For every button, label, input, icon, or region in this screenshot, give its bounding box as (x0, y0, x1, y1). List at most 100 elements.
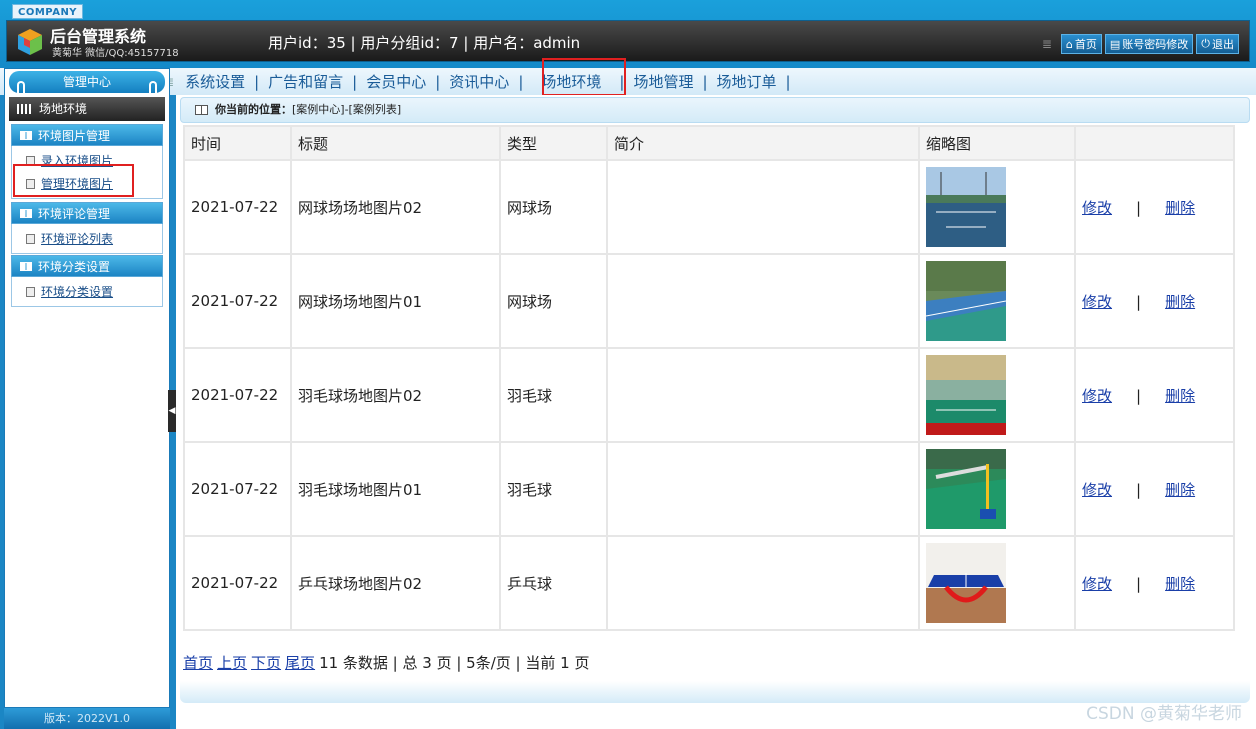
cell-thumbnail (920, 161, 1074, 253)
delete-link[interactable]: 删除 (1165, 575, 1195, 593)
cell-thumbnail (920, 349, 1074, 441)
menu-body: 环境分类设置 (11, 277, 163, 307)
pagination-summary: 11 条数据 | 总 3 页 | 5条/页 | 当前 1 页 (319, 654, 590, 672)
sidebar-item-comment-list[interactable]: 环境评论列表 (12, 227, 162, 250)
menu-head-image-management[interactable]: 环境图片管理 (11, 124, 163, 146)
cell-thumbnail (920, 537, 1074, 629)
breadcrumb: 你当前的位置：[案例中心]-[案例列表] (180, 97, 1250, 123)
prev-page-link[interactable]: 上页 (217, 654, 247, 672)
ping-pong-table-thumbnail[interactable] (926, 543, 1006, 623)
delete-link[interactable]: 删除 (1165, 199, 1195, 217)
grip-icon: ≣ (1041, 37, 1052, 51)
cell-title: 乒乓球场地图片02 (292, 537, 499, 629)
delete-link[interactable]: 删除 (1165, 481, 1195, 499)
cell-intro (608, 349, 918, 441)
sidebar: 管理中心 场地环境 环境图片管理 录入环境图片 管理环境图片 环境评论管理 环境… (4, 68, 170, 708)
badminton-hall-thumbnail[interactable] (926, 355, 1006, 435)
cell-date: 2021-07-22 (185, 537, 290, 629)
edit-link[interactable]: 修改 (1082, 575, 1112, 593)
column-header-thumbnail: 缩略图 (920, 127, 1074, 159)
last-page-link[interactable]: 尾页 (285, 654, 315, 672)
cell-date: 2021-07-22 (185, 255, 290, 347)
account-icon: ▤ (1109, 37, 1121, 51)
home-button[interactable]: ⌂ 首页 (1060, 34, 1102, 54)
table-row: 2021-07-22 羽毛球场地图片01 羽毛球 修改 | 删除 (185, 443, 1233, 535)
cell-title: 网球场场地图片02 (292, 161, 499, 253)
sidebar-item-add-image[interactable]: 录入环境图片 (12, 149, 162, 172)
sidebar-item-label: 环境分类设置 (41, 285, 114, 299)
table-row: 2021-07-22 乒乓球场地图片02 乒乓球 修改 | 删除 (185, 537, 1233, 629)
collapse-sidebar-handle[interactable]: ◀ (168, 390, 176, 432)
nav-item-venue-orders[interactable]: 场地订单 (708, 71, 786, 92)
column-header-intro: 简介 (608, 127, 918, 159)
nav-item-ads[interactable]: 广告和留言 (259, 71, 352, 92)
document-icon (26, 286, 35, 297)
document-icon (26, 155, 35, 166)
edit-link[interactable]: 修改 (1082, 293, 1112, 311)
management-center-header: 管理中心 (9, 71, 165, 99)
first-page-link[interactable]: 首页 (183, 654, 213, 672)
header-bar: COMPANY 后台管理系统 黄菊华 微信/QQ:45157718 用户id：3… (0, 0, 1256, 68)
account-password-label: 账号密码修改 (1122, 38, 1189, 51)
top-bar: 后台管理系统 黄菊华 微信/QQ:45157718 用户id：35 | 用户分组… (6, 20, 1250, 62)
action-separator: | (1136, 198, 1142, 217)
tennis-court-night-thumbnail[interactable] (926, 167, 1006, 247)
cell-date: 2021-07-22 (185, 161, 290, 253)
logo-cube-icon (18, 29, 42, 55)
management-center-label: 管理中心 (62, 75, 111, 89)
edit-link[interactable]: 修改 (1082, 387, 1112, 405)
cell-intro (608, 443, 918, 535)
top-links: ≣ ⌂ 首页 ▤ 账号密码修改 ⏻ 退出 (1042, 34, 1239, 54)
menu-head-comment-management[interactable]: 环境评论管理 (11, 202, 163, 224)
nav-item-members[interactable]: 会员中心 (357, 71, 435, 92)
column-header-actions (1076, 127, 1233, 159)
nav-bar: ≣ 系统设置 | 广告和留言 | 会员中心 | 资讯中心 | 场地环境 | 场地… (0, 68, 1256, 95)
menu-group-image-management: 环境图片管理 录入环境图片 管理环境图片 (11, 124, 163, 199)
nav-item-venue-management[interactable]: 场地管理 (624, 71, 702, 92)
book-icon (20, 262, 32, 271)
cell-date: 2021-07-22 (185, 349, 290, 441)
edit-link[interactable]: 修改 (1082, 481, 1112, 499)
menu-head-label: 环境分类设置 (38, 260, 111, 274)
cell-intro (608, 255, 918, 347)
home-label: 首页 (1074, 38, 1097, 51)
cell-title: 羽毛球场地图片01 (292, 443, 499, 535)
power-icon: ⏻ (1201, 37, 1210, 50)
nav-item-venue-environment[interactable]: 场地环境 (523, 71, 619, 92)
document-icon (26, 233, 35, 244)
sidebar-item-label: 管理环境图片 (41, 177, 114, 191)
cell-title: 网球场场地图片01 (292, 255, 499, 347)
document-icon (26, 178, 35, 189)
table-row: 2021-07-22 网球场场地图片01 网球场 修改 | 删除 (185, 255, 1233, 347)
logout-label: 退出 (1212, 38, 1234, 51)
company-badge: COMPANY (12, 4, 84, 19)
nav-item-news[interactable]: 资讯中心 (440, 71, 518, 92)
action-separator: | (1136, 480, 1142, 499)
sidebar-area-title: 场地环境 (9, 97, 165, 121)
sidebar-item-manage-images[interactable]: 管理环境图片 (12, 172, 162, 195)
account-password-button[interactable]: ▤ 账号密码修改 (1104, 34, 1194, 54)
cell-actions: 修改 | 删除 (1076, 255, 1233, 347)
data-table: 时间 标题 类型 简介 缩略图 2021-07-22 网球场场地图片02 网球场 (183, 125, 1235, 631)
pagination: 首页 上页 下页 尾页 11 条数据 | 总 3 页 | 5条/页 | 当前 1 页 (183, 652, 589, 673)
delete-link[interactable]: 删除 (1165, 387, 1195, 405)
menu-group-category-settings: 环境分类设置 环境分类设置 (11, 255, 163, 307)
cell-thumbnail (920, 443, 1074, 535)
delete-link[interactable]: 删除 (1165, 293, 1195, 311)
table-row: 2021-07-22 羽毛球场地图片02 羽毛球 修改 | 删除 (185, 349, 1233, 441)
next-page-link[interactable]: 下页 (251, 654, 281, 672)
edit-link[interactable]: 修改 (1082, 199, 1112, 217)
logout-button[interactable]: ⏻ 退出 (1196, 34, 1239, 54)
nav-item-system-settings[interactable]: 系统设置 (176, 71, 254, 92)
breadcrumb-path: [案例中心]-[案例列表] (292, 103, 402, 116)
menu-head-category-settings[interactable]: 环境分类设置 (11, 255, 163, 277)
sidebar-item-category-settings[interactable]: 环境分类设置 (12, 280, 162, 303)
area-title-label: 场地环境 (39, 102, 88, 116)
home-icon: ⌂ (1065, 37, 1073, 51)
column-header-type: 类型 (501, 127, 606, 159)
tennis-court-blue-thumbnail[interactable] (926, 261, 1006, 341)
badminton-net-thumbnail[interactable] (926, 449, 1006, 529)
column-header-time: 时间 (185, 127, 290, 159)
action-separator: | (1136, 574, 1142, 593)
column-header-title: 标题 (292, 127, 499, 159)
